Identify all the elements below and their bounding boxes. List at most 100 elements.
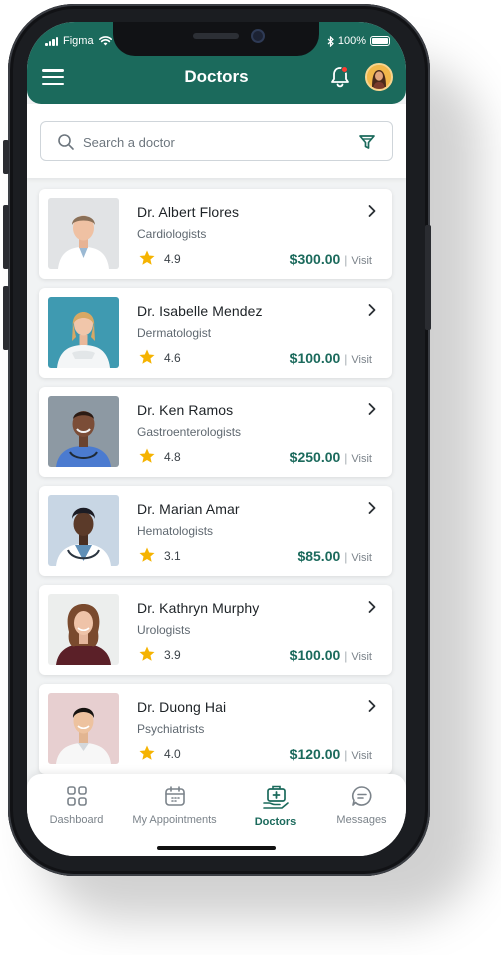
visit-price: $100.00 xyxy=(289,647,341,663)
price-info: $250.00 | Visit xyxy=(290,449,372,465)
star-icon xyxy=(139,250,155,265)
tab-dashboard[interactable]: Dashboard xyxy=(29,784,124,840)
doctor-specialty: Dermatologist xyxy=(137,326,212,340)
star-icon xyxy=(139,646,155,661)
app-header: Figma 100% Doctors xyxy=(27,22,406,104)
chevron-right-icon[interactable] xyxy=(366,600,378,614)
doctor-name: Dr. Isabelle Mendez xyxy=(137,303,263,319)
doctor-photo xyxy=(48,198,119,269)
visit-price: $120.00 xyxy=(289,746,341,762)
price-unit: Visit xyxy=(351,651,372,663)
chevron-right-icon[interactable] xyxy=(366,699,378,713)
calendar-icon xyxy=(164,786,185,806)
price-separator: | xyxy=(344,253,348,267)
speaker-grille xyxy=(193,33,239,39)
chat-icon xyxy=(351,786,371,806)
search-input[interactable] xyxy=(83,130,343,154)
price-info: $100.00 | Visit xyxy=(290,350,372,366)
doctor-specialty: Urologists xyxy=(137,623,191,637)
price-unit: Visit xyxy=(351,750,372,762)
price-info: $300.00 | Visit xyxy=(290,251,372,267)
device-notch xyxy=(113,22,319,56)
doctor-rating: 3.1 xyxy=(164,549,181,563)
doctor-card[interactable]: Dr. Kathryn Murphy Urologists 3.9 $100.0… xyxy=(39,585,392,675)
visit-price: $85.00 xyxy=(297,548,341,564)
grid-icon xyxy=(66,786,87,806)
battery-percent: 100% xyxy=(337,35,366,47)
star-icon xyxy=(139,547,155,562)
status-bar-left: Figma xyxy=(45,34,112,48)
tab-my-appointments[interactable]: My Appointments xyxy=(127,784,222,840)
doctor-specialty: Gastroenterologists xyxy=(137,425,242,439)
volume-down-button xyxy=(3,286,9,350)
chevron-right-icon[interactable] xyxy=(366,501,378,515)
power-button xyxy=(425,225,431,330)
mute-switch xyxy=(3,140,9,174)
doctor-card[interactable]: Dr. Marian Amar Hematologists 3.1 $85.00… xyxy=(39,486,392,576)
price-unit: Visit xyxy=(351,255,372,267)
front-camera xyxy=(251,29,265,43)
doctor-photo xyxy=(48,495,119,566)
medical-kit-icon xyxy=(262,785,289,809)
tab-messages[interactable]: Messages xyxy=(314,784,406,840)
doctor-card[interactable]: Dr. Ken Ramos Gastroenterologists 4.8 $2… xyxy=(39,387,392,477)
doctor-name: Dr. Duong Hai xyxy=(137,699,227,715)
tab-label: Doctors xyxy=(254,816,297,828)
volume-up-button xyxy=(3,205,9,269)
filter-icon[interactable] xyxy=(358,133,376,151)
star-icon xyxy=(139,745,155,760)
search-bar-container xyxy=(27,104,406,178)
doctor-rating: 4.9 xyxy=(164,252,181,266)
doctor-name: Dr. Ken Ramos xyxy=(137,402,234,418)
doctor-name: Dr. Albert Flores xyxy=(137,204,240,220)
price-separator: | xyxy=(344,748,348,762)
battery-icon xyxy=(370,36,390,46)
tab-label: Dashboard xyxy=(49,814,104,826)
chevron-right-icon[interactable] xyxy=(366,303,378,317)
doctor-specialty: Cardiologists xyxy=(137,227,207,241)
search-icon xyxy=(58,134,74,150)
app-screen: Figma 100% Doctors Search a doctor Dr. A… xyxy=(27,22,406,856)
doctor-specialty: Hematologists xyxy=(137,524,214,538)
price-unit: Visit xyxy=(351,552,372,564)
price-info: $120.00 | Visit xyxy=(290,746,372,762)
doctor-photo xyxy=(48,297,119,368)
chevron-right-icon[interactable] xyxy=(366,402,378,416)
doctor-photo xyxy=(48,594,119,665)
star-icon xyxy=(139,448,155,463)
search-box[interactable] xyxy=(40,121,393,161)
doctor-photo xyxy=(48,693,119,764)
price-separator: | xyxy=(344,649,348,663)
price-separator: | xyxy=(344,352,348,366)
tab-doctors[interactable]: Doctors xyxy=(228,784,323,840)
avatar[interactable] xyxy=(365,63,393,91)
visit-price: $250.00 xyxy=(289,449,341,465)
bluetooth-icon xyxy=(327,35,334,47)
visit-price: $300.00 xyxy=(289,251,341,267)
tab-label: My Appointments xyxy=(132,814,217,826)
wifi-icon xyxy=(98,36,112,46)
doctor-list: Dr. Albert Flores Cardiologists 4.9 $300… xyxy=(39,189,394,783)
home-indicator xyxy=(157,846,276,850)
tab-label: Messages xyxy=(336,814,387,826)
doctor-card[interactable]: Dr. Isabelle Mendez Dermatologist 4.6 $1… xyxy=(39,288,392,378)
doctor-rating: 3.9 xyxy=(164,648,181,662)
status-bar-right: 100% xyxy=(327,34,390,48)
doctor-rating: 4.8 xyxy=(164,450,181,464)
price-separator: | xyxy=(344,451,348,465)
doctor-photo xyxy=(48,396,119,467)
doctor-card[interactable]: Dr. Albert Flores Cardiologists 4.9 $300… xyxy=(39,189,392,279)
signal-icon xyxy=(45,36,58,46)
doctor-name: Dr. Marian Amar xyxy=(137,501,240,517)
doctor-name: Dr. Kathryn Murphy xyxy=(137,600,260,616)
doctor-card[interactable]: Dr. Duong Hai Psychiatrists 4.0 $120.00 … xyxy=(39,684,392,774)
bottom-tab-bar: Dashboard My Appointments Doctors Messag… xyxy=(27,774,406,856)
doctor-rating: 4.6 xyxy=(164,351,181,365)
price-separator: | xyxy=(344,550,348,564)
carrier-name: Figma xyxy=(63,35,94,47)
chevron-right-icon[interactable] xyxy=(366,204,378,218)
doctor-rating: 4.0 xyxy=(164,747,181,761)
visit-price: $100.00 xyxy=(289,350,341,366)
price-unit: Visit xyxy=(351,354,372,366)
price-info: $85.00 | Visit xyxy=(297,548,372,564)
